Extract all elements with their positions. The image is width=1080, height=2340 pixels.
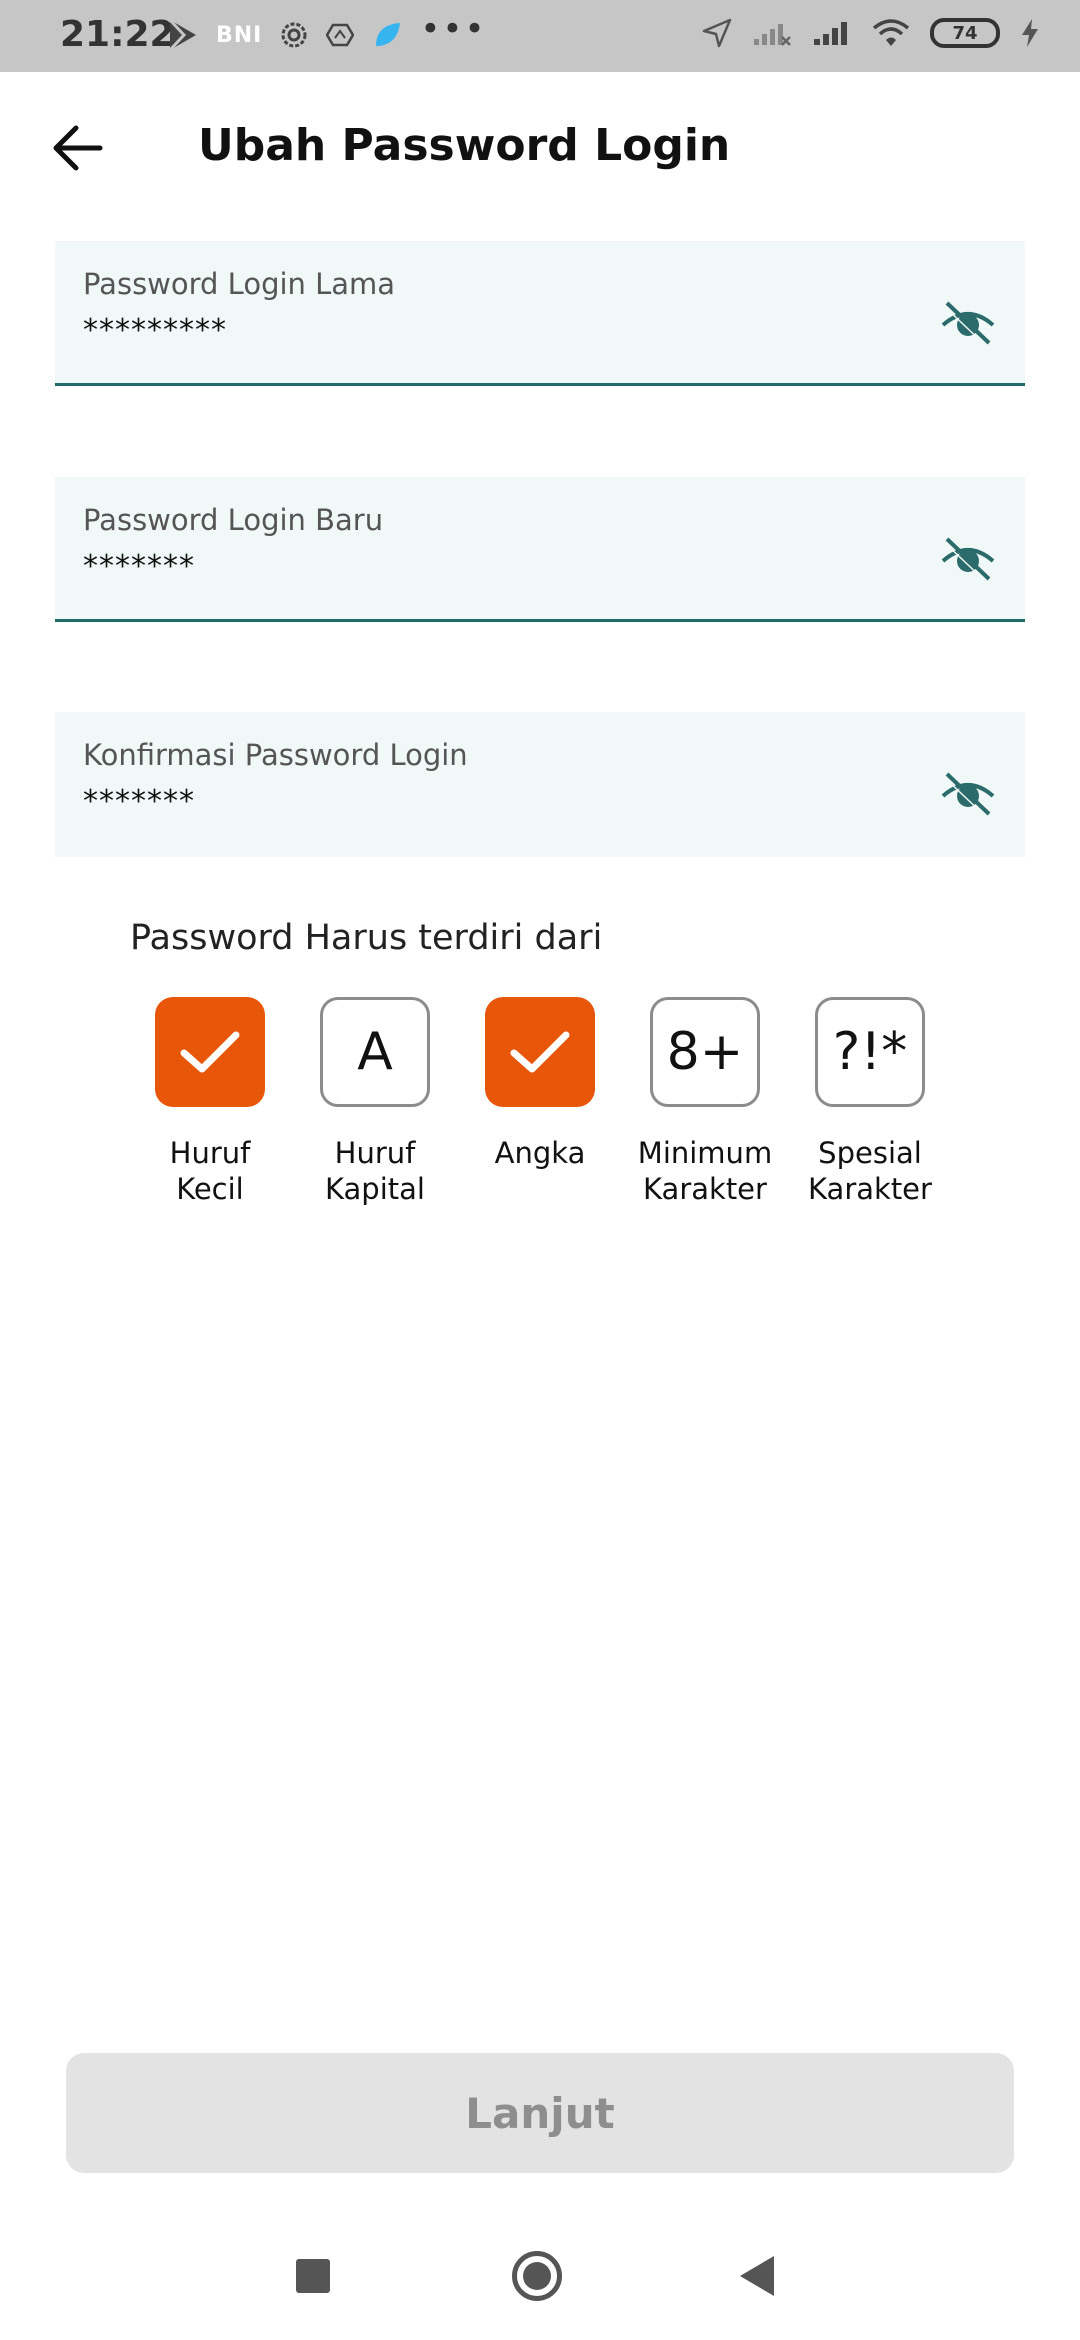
charging-icon xyxy=(1020,18,1040,48)
checkmark-icon xyxy=(180,1031,240,1073)
rule-label: Angka xyxy=(460,1135,620,1171)
arrow-left-icon xyxy=(53,125,103,171)
notification-icons: BNI ••• xyxy=(168,12,487,52)
home-button[interactable] xyxy=(512,2251,562,2301)
old-password-label: Password Login Lama xyxy=(83,267,396,301)
eye-off-icon[interactable] xyxy=(939,295,997,349)
new-password-value[interactable]: ******* xyxy=(83,549,195,584)
bni-icon: BNI xyxy=(216,23,262,48)
system-icons: 74 xyxy=(702,18,1040,48)
next-button[interactable]: Lanjut xyxy=(66,2053,1014,2173)
battery-icon: 74 xyxy=(930,18,1000,48)
rule-min-length: 8+ Minimum Karakter xyxy=(625,997,785,1207)
wifi-icon xyxy=(872,18,910,48)
signal-icon xyxy=(812,19,852,47)
rule-label: Huruf Kapital xyxy=(295,1135,455,1207)
password-rules-title: Password Harus terdiri dari xyxy=(130,918,603,958)
battery-level: 74 xyxy=(952,22,978,44)
rule-label-line1: Minimum xyxy=(637,1136,773,1170)
rule-label: Spesial Karakter xyxy=(790,1135,950,1207)
old-password-field[interactable]: Password Login Lama ********* xyxy=(55,241,1025,386)
rule-label-line2: Kecil xyxy=(176,1172,244,1206)
rule-label-line1: Huruf xyxy=(169,1136,251,1170)
signal-off-icon xyxy=(752,19,792,47)
special-char-box: ?!* xyxy=(815,997,925,1107)
eye-off-icon[interactable] xyxy=(939,531,997,585)
gear-icon xyxy=(280,21,308,49)
rule-uppercase: A Huruf Kapital xyxy=(295,997,455,1207)
number-check-box xyxy=(485,997,595,1107)
uppercase-box: A xyxy=(320,997,430,1107)
confirm-password-value[interactable]: ******* xyxy=(83,784,195,819)
rule-label-line1: Spesial xyxy=(818,1136,922,1170)
rule-lowercase: Huruf Kecil xyxy=(130,997,290,1207)
confirm-password-label: Konfirmasi Password Login xyxy=(83,738,468,772)
new-password-label: Password Login Baru xyxy=(83,503,384,537)
rule-label: Huruf Kecil xyxy=(130,1135,290,1207)
status-bar: 21:22 BNI ••• 74 xyxy=(0,0,1080,72)
bluebird-icon xyxy=(372,20,402,50)
bni-label: BNI xyxy=(216,22,263,48)
rule-number: Angka xyxy=(460,997,620,1171)
more-dots-icon: ••• xyxy=(420,9,487,49)
status-time: 21:22 xyxy=(60,14,175,55)
recents-button[interactable] xyxy=(296,2259,330,2293)
min-length-box: 8+ xyxy=(650,997,760,1107)
checkmark-icon xyxy=(510,1031,570,1073)
eye-off-icon[interactable] xyxy=(939,766,997,820)
rule-label: Minimum Karakter xyxy=(625,1135,785,1207)
rule-label-line2: Karakter xyxy=(643,1172,767,1206)
rule-label-line1: Huruf xyxy=(334,1136,416,1170)
lowercase-check-box xyxy=(155,997,265,1107)
back-button[interactable] xyxy=(50,120,110,176)
nav-back-button[interactable] xyxy=(740,2256,774,2296)
location-icon xyxy=(702,18,732,48)
old-password-value[interactable]: ********* xyxy=(83,313,227,348)
rule-label-line1: Angka xyxy=(494,1136,586,1170)
page-title: Ubah Password Login xyxy=(198,120,731,171)
rule-special: ?!* Spesial Karakter xyxy=(790,997,950,1207)
new-password-field[interactable]: Password Login Baru ******* xyxy=(55,477,1025,622)
rule-label-line2: Karakter xyxy=(808,1172,932,1206)
play-store-icon xyxy=(168,18,198,52)
app-icon xyxy=(326,23,355,47)
confirm-password-field[interactable]: Konfirmasi Password Login ******* xyxy=(55,712,1025,857)
rule-label-line2: Kapital xyxy=(325,1172,425,1206)
